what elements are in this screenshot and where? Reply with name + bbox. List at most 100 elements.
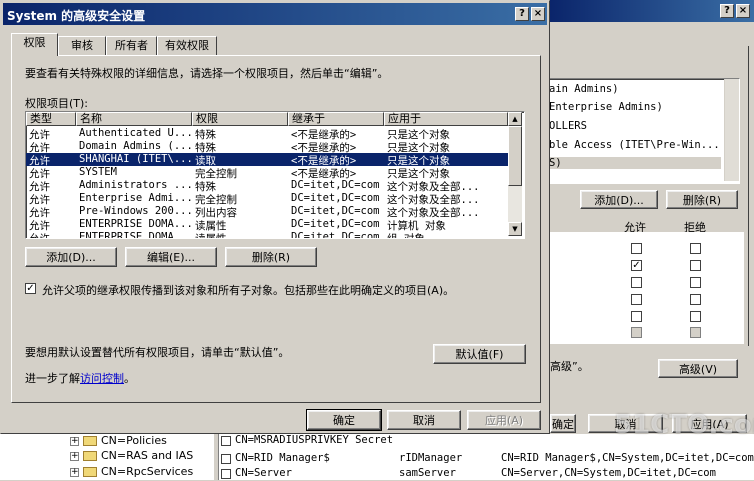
allow-checkbox[interactable] [631, 277, 642, 288]
tab-auditing[interactable]: 审核 [58, 36, 106, 55]
deny-checkbox[interactable] [690, 311, 701, 322]
row-name: CN=MSRADIUSPRIVKEY Secret [235, 434, 394, 446]
tab-permissions[interactable]: 权限 [11, 33, 58, 56]
background-window: ? × ain Admins) Enterprise Admins) OLLER… [548, 0, 754, 440]
cell-name: Enterprise Admi... [79, 192, 191, 204]
apply-button[interactable]: 应用(A) [467, 410, 541, 430]
row-class: rIDManager [399, 452, 463, 464]
remove-button[interactable]: 删除(R) [225, 247, 317, 267]
cancel-button[interactable]: 取消 [387, 410, 461, 430]
table-row[interactable]: 允许 Authenticated U... 特殊 <不是继承的> 只是这个对象 [26, 127, 508, 141]
close-icon[interactable]: × [736, 4, 750, 18]
scroll-up-arrow[interactable]: ▲ [508, 112, 522, 126]
tree-item[interactable]: + CN=Policies [70, 434, 167, 448]
background-group-list[interactable]: ain Admins) Enterprise Admins) OLLERS bl… [548, 78, 740, 184]
row-class: samServer [399, 467, 456, 479]
cell-inherit: DC=itet,DC=com [291, 205, 380, 217]
column-header-inherited-from[interactable]: 继承于 [288, 112, 384, 126]
row-icon [221, 436, 231, 446]
list-item[interactable]: OLLERS [549, 120, 587, 132]
list-item[interactable]: ble Access (ITET\Pre-Win... [549, 139, 720, 151]
add-button[interactable]: 添加(D)... [25, 247, 117, 267]
tree-item[interactable]: + CN=RAS and IAS [70, 449, 193, 463]
row-name: CN=Server [235, 467, 292, 479]
table-row[interactable]: 允许 SYSTEM 完全控制 <不是继承的> 只是这个对象 [26, 166, 508, 180]
cell-inherit: DC=itet,DC=com [291, 179, 380, 191]
cell-name: ENTERPRISE DOMA... [79, 218, 191, 230]
row-icon [221, 454, 231, 464]
dialog-title: System 的高级安全设置 [7, 9, 146, 23]
help-icon[interactable]: ? [720, 4, 734, 18]
expand-icon[interactable]: + [70, 467, 79, 477]
table-row[interactable]: 允许 ENTERPRISE DOMA... 读属性 DC=itet,DC=com 组 对… [26, 231, 508, 239]
list-scrollbar[interactable]: ▲ ▼ [508, 112, 522, 236]
list-scrollbar[interactable] [724, 79, 739, 181]
list-item[interactable]: S) [549, 157, 721, 169]
allow-checkbox[interactable] [631, 327, 642, 338]
checkmark-icon: ✓ [26, 283, 35, 294]
default-button[interactable]: 默认值(F) [433, 344, 526, 364]
row-icon [221, 469, 231, 479]
folder-icon [83, 467, 97, 477]
deny-checkbox[interactable] [690, 277, 701, 288]
cell-perm: 读属性 [195, 233, 227, 239]
deny-checkbox[interactable] [690, 327, 701, 338]
column-header-name[interactable]: 名称 [76, 112, 192, 126]
access-control-link[interactable]: 访问控制 [80, 372, 124, 385]
allow-checkbox[interactable] [631, 243, 642, 254]
table-row[interactable]: 允许 ENTERPRISE DOMA... 读属性 DC=itet,DC=com 计算机… [26, 218, 508, 232]
bg-advanced-button[interactable]: 高级(V) [658, 359, 738, 378]
deny-checkbox[interactable] [690, 294, 701, 305]
dialog-titlebar[interactable]: System 的高级安全设置 ? × [3, 3, 547, 25]
cell-apply: 组 对象 [387, 233, 425, 239]
column-header-permission[interactable]: 权限 [192, 112, 288, 126]
row-dn: CN=Server,CN=System,DC=itet,DC=com [501, 467, 716, 479]
allow-checkbox[interactable] [631, 311, 642, 322]
list-item[interactable]: Enterprise Admins) [549, 101, 663, 113]
permission-list-label: 权限项目(T): [25, 97, 89, 110]
column-header-apply-to[interactable]: 应用于 [384, 112, 508, 126]
permission-list[interactable]: 类型 名称 权限 继承于 应用于 允许 Authenticated U... 特殊 <… [25, 111, 525, 239]
edit-button[interactable]: 编辑(E)... [125, 247, 217, 267]
deny-checkbox[interactable] [690, 260, 701, 271]
learn-more: 进一步了解访问控制。 [25, 370, 135, 386]
column-header-type[interactable]: 类型 [26, 112, 76, 126]
scroll-down-arrow[interactable]: ▼ [508, 222, 522, 236]
table-row[interactable]: 允许 Domain Admins (... 特殊 <不是继承的> 只是这个对象 [26, 140, 508, 154]
cell-inherit: DC=itet,DC=com [291, 231, 380, 239]
allow-checkbox[interactable]: ✓ [631, 260, 642, 271]
object-list-pane: CN=MSRADIUSPRIVKEY Secret CN=RID Manager… [218, 434, 754, 480]
inherit-checkbox[interactable]: ✓ [25, 283, 36, 294]
ok-button[interactable]: 确定 [306, 409, 382, 431]
table-row[interactable]: 允许 SHANGHAI (ITET\... 读取 <不是继承的> 只是这个对象 [26, 153, 508, 167]
folder-icon [83, 436, 97, 446]
default-text: 要想用默认设置替代所有权限项目，请单击“默认值”。 [25, 346, 290, 359]
tab-effective-permissions[interactable]: 有效权限 [157, 36, 217, 55]
close-icon[interactable]: × [531, 7, 545, 21]
learn-more-suffix: 。 [124, 372, 135, 385]
tree-item[interactable]: + CN=RpcServices [70, 465, 193, 479]
folder-icon [83, 451, 97, 461]
bg-add-button[interactable]: 添加(D)... [580, 190, 658, 209]
allow-checkbox[interactable] [631, 294, 642, 305]
help-icon[interactable]: ? [515, 7, 529, 21]
cell-name: Authenticated U... [79, 127, 191, 139]
expand-icon[interactable]: + [70, 436, 79, 446]
expand-icon[interactable]: + [70, 451, 79, 461]
list-item[interactable]: ain Admins) [549, 83, 619, 95]
scroll-thumb[interactable] [508, 126, 522, 186]
cell-inherit: DC=itet,DC=com [291, 192, 380, 204]
permission-grid [548, 232, 744, 344]
table-row[interactable]: 允许 Administrators ... 特殊 DC=itet,DC=com 这个对象… [26, 179, 508, 193]
table-row[interactable]: 允许 Enterprise Admi... 完全控制 DC=itet,DC=com 这个… [26, 192, 508, 206]
bg-remove-button[interactable]: 删除(R) [666, 190, 738, 209]
inherit-checkbox-label[interactable]: 允许父项的继承权限传播到该对象和所有子对象。包括那些在此明确定义的项目(A)。 [42, 282, 454, 298]
table-row[interactable]: 允许 Pre-Windows 200... 列出内容 DC=itet,DC=com 这个… [26, 205, 508, 219]
description-text: 要查看有关特殊权限的详细信息，请选择一个权限项目，然后单击“编辑”。 [25, 67, 389, 80]
table-row[interactable]: CN=RID Manager$ rIDManager CN=RID Manage… [219, 452, 754, 466]
deny-checkbox[interactable] [690, 243, 701, 254]
cell-name: SHANGHAI (ITET\... [79, 153, 191, 165]
table-row[interactable]: CN=Server samServer CN=Server,CN=System,… [219, 467, 754, 481]
bg-ok-button[interactable]: 确定 [550, 414, 576, 433]
tab-owner[interactable]: 所有者 [106, 36, 157, 55]
